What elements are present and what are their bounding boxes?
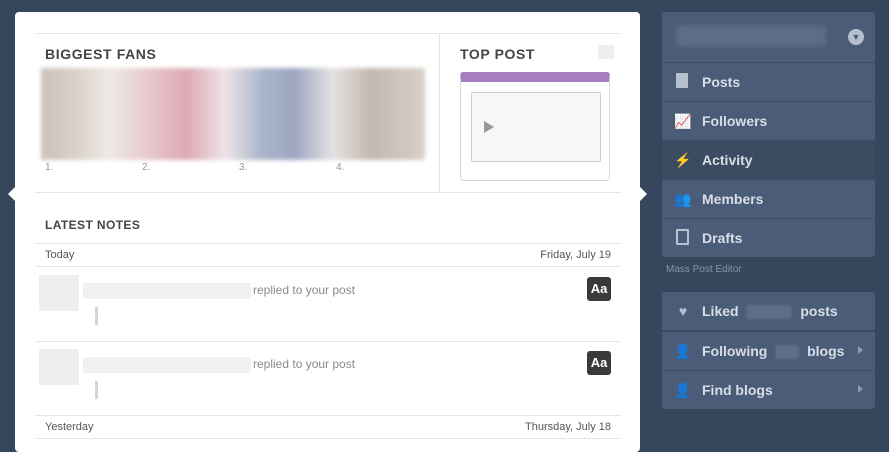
add-person-icon: 👤 <box>674 382 692 398</box>
liked-count <box>746 305 793 320</box>
panel-notch-left <box>8 186 16 202</box>
sidebar-item-activity[interactable]: ⚡ Activity <box>662 140 875 179</box>
fan-rank-4: 4. <box>336 162 345 173</box>
chevron-right-icon <box>858 346 863 354</box>
note-item[interactable]: replied to your post Aa <box>35 267 621 342</box>
day-label: Today <box>45 249 75 261</box>
sidebar-item-label: Activity <box>702 152 753 168</box>
top-post-toggle[interactable] <box>598 45 614 59</box>
following-count <box>775 345 800 360</box>
sidebar-item-label: Followers <box>702 113 768 129</box>
text-post-icon[interactable]: Aa <box>587 277 611 301</box>
following-prefix: Following <box>702 343 768 359</box>
sidebar-item-drafts[interactable]: Drafts <box>662 218 875 257</box>
text-post-icon[interactable]: Aa <box>587 351 611 375</box>
note-quote-bar <box>95 381 98 399</box>
posts-icon <box>676 73 688 88</box>
top-post-card[interactable] <box>460 72 610 181</box>
note-item[interactable]: replied to your post Aa <box>35 341 621 416</box>
activity-icon: ⚡ <box>674 152 692 168</box>
liked-suffix: posts <box>800 303 838 319</box>
sidebar-item-followers[interactable]: 📈 Followers <box>662 101 875 140</box>
top-post-block: TOP POST <box>440 34 621 192</box>
liked-prefix: Liked <box>702 303 739 319</box>
fan-rank-2: 2. <box>142 162 151 173</box>
sidebar-item-label: Drafts <box>702 230 743 246</box>
sidebar-item-following[interactable]: 👤 Following blogs <box>662 331 875 370</box>
day-label: Yesterday <box>45 421 94 433</box>
note-user-name[interactable] <box>83 357 251 373</box>
sidebar-item-label: Find blogs <box>702 382 773 398</box>
biggest-fans-title: BIGGEST FANS <box>45 46 157 62</box>
note-quote-bar <box>95 307 98 325</box>
play-icon <box>484 121 494 133</box>
sidebar-item-label: Liked posts <box>702 303 838 320</box>
chevron-right-icon <box>858 385 863 393</box>
top-post-title: TOP POST <box>460 46 536 62</box>
latest-notes-title: LATEST NOTES <box>45 218 141 232</box>
sidebar-item-label: Posts <box>702 74 741 90</box>
drafts-icon <box>676 229 689 245</box>
biggest-fans-avatars[interactable] <box>41 68 425 160</box>
day-header-yesterday: Yesterday Thursday, July 18 <box>35 415 621 439</box>
mass-post-editor-link[interactable]: Mass Post Editor <box>666 264 742 275</box>
note-user-name[interactable] <box>83 283 251 299</box>
stats-top-section: BIGGEST FANS 1. 2. 3. 4. TOP POST <box>35 33 621 193</box>
sidebar-item-liked[interactable]: ♥ Liked posts <box>662 292 875 330</box>
avatar[interactable] <box>39 349 79 385</box>
sidebar-item-find-blogs[interactable]: 👤 Find blogs <box>662 370 875 409</box>
note-action-text: replied to your post <box>253 283 356 297</box>
following-suffix: blogs <box>807 343 845 359</box>
chevron-down-icon[interactable]: ▼ <box>848 29 864 45</box>
panel-notch-right <box>639 186 647 202</box>
sidebar-item-label: Following blogs <box>702 343 845 360</box>
day-date: Thursday, July 18 <box>524 421 611 433</box>
fan-rank-1: 1. <box>45 162 54 173</box>
biggest-fans-block: BIGGEST FANS 1. 2. 3. 4. <box>35 34 440 192</box>
sidebar-item-posts[interactable]: Posts <box>662 62 875 101</box>
avatar[interactable] <box>39 275 79 311</box>
top-post-preview <box>471 92 601 162</box>
sidebar-item-members[interactable]: 👥 Members <box>662 179 875 218</box>
note-action-text: replied to your post <box>253 357 356 371</box>
blog-switcher[interactable]: ▼ <box>662 12 875 62</box>
fan-rank-3: 3. <box>239 162 248 173</box>
blog-name[interactable] <box>676 26 826 46</box>
sidebar-item-label: Members <box>702 191 764 207</box>
person-icon: 👤 <box>674 343 692 359</box>
members-icon: 👥 <box>674 191 692 207</box>
heart-icon: ♥ <box>678 303 688 319</box>
followers-icon: 📈 <box>674 113 692 129</box>
activity-panel: BIGGEST FANS 1. 2. 3. 4. TOP POST LATEST… <box>8 12 647 452</box>
day-header-today: Today Friday, July 19 <box>35 243 621 267</box>
day-date: Friday, July 19 <box>540 249 611 261</box>
